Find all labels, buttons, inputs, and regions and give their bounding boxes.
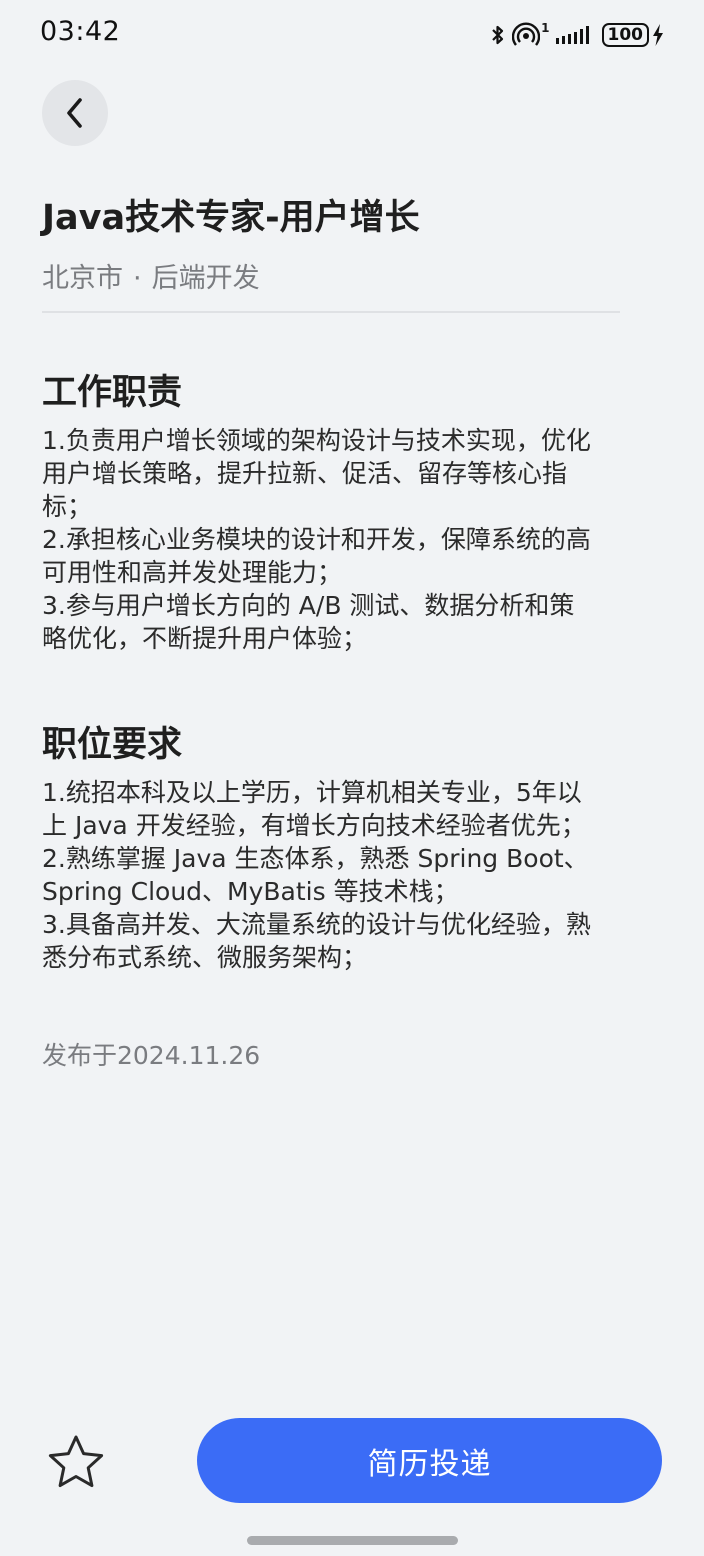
signal-icon xyxy=(555,24,596,46)
requirement-line: 悉分布式系统、微服务架构； xyxy=(42,943,368,972)
job-title: Java技术专家-用户增长 xyxy=(42,198,420,238)
responsibility-line: 3.参与用户增长方向的 A/B 测试、数据分析和策 xyxy=(42,591,575,620)
responsibilities-text: 1.负责用户增长领域的架构设计与技术实现，优化 用户增长策略，提升拉新、促活、留… xyxy=(42,424,664,655)
requirements-heading: 职位要求 xyxy=(42,725,183,765)
responsibilities-heading: 工作职责 xyxy=(42,373,183,413)
home-indicator[interactable] xyxy=(247,1536,458,1545)
hotspot-icon: 1 xyxy=(512,21,550,48)
favorite-button[interactable] xyxy=(44,1430,108,1494)
requirement-line: 上 Java 开发经验，有增长方向技术经验者优先； xyxy=(42,811,586,840)
meta-separator: · xyxy=(133,263,142,294)
status-bar: 03:42 1 100 xyxy=(0,0,704,70)
requirement-line: Spring Cloud、MyBatis 等技术栈； xyxy=(42,877,459,906)
charging-icon xyxy=(653,24,663,46)
divider xyxy=(42,311,620,313)
job-meta: 北京市 · 后端开发 xyxy=(42,256,260,295)
star-outline-icon xyxy=(48,1435,104,1488)
responsibility-line: 用户增长策略，提升拉新、促活、留存等核心指 xyxy=(42,459,568,488)
battery-level: 100 xyxy=(601,23,649,47)
battery-icon: 100 xyxy=(601,23,665,47)
job-category: 后端开发 xyxy=(151,263,260,294)
chevron-left-icon xyxy=(67,98,82,128)
publish-date: 发布于2024.11.26 xyxy=(42,1041,261,1070)
back-button[interactable] xyxy=(42,80,108,146)
requirement-line: 1.统招本科及以上学历，计算机相关专业，5年以 xyxy=(42,778,582,807)
status-time: 03:42 xyxy=(40,16,121,47)
signal-sub-label: 1 xyxy=(541,21,550,35)
apply-resume-button[interactable]: 简历投递 xyxy=(197,1418,662,1503)
responsibility-line: 可用性和高并发处理能力； xyxy=(42,558,343,587)
responsibility-line: 标； xyxy=(42,492,93,521)
requirement-line: 2.熟练掌握 Java 生态体系，熟悉 Spring Boot、 xyxy=(42,844,589,873)
bluetooth-icon xyxy=(490,23,506,47)
status-icons: 1 100 xyxy=(490,20,664,50)
responsibility-line: 1.负责用户增长领域的架构设计与技术实现，优化 xyxy=(42,426,591,455)
job-location: 北京市 xyxy=(42,263,123,294)
requirements-text: 1.统招本科及以上学历，计算机相关专业，5年以 上 Java 开发经验，有增长方… xyxy=(42,776,664,974)
responsibility-line: 2.承担核心业务模块的设计和开发，保障系统的高 xyxy=(42,525,591,554)
responsibility-line: 略优化，不断提升用户体验； xyxy=(42,624,368,653)
bottom-action-bar: 简历投递 xyxy=(0,1410,704,1520)
requirement-line: 3.具备高并发、大流量系统的设计与优化经验，熟 xyxy=(42,910,591,939)
